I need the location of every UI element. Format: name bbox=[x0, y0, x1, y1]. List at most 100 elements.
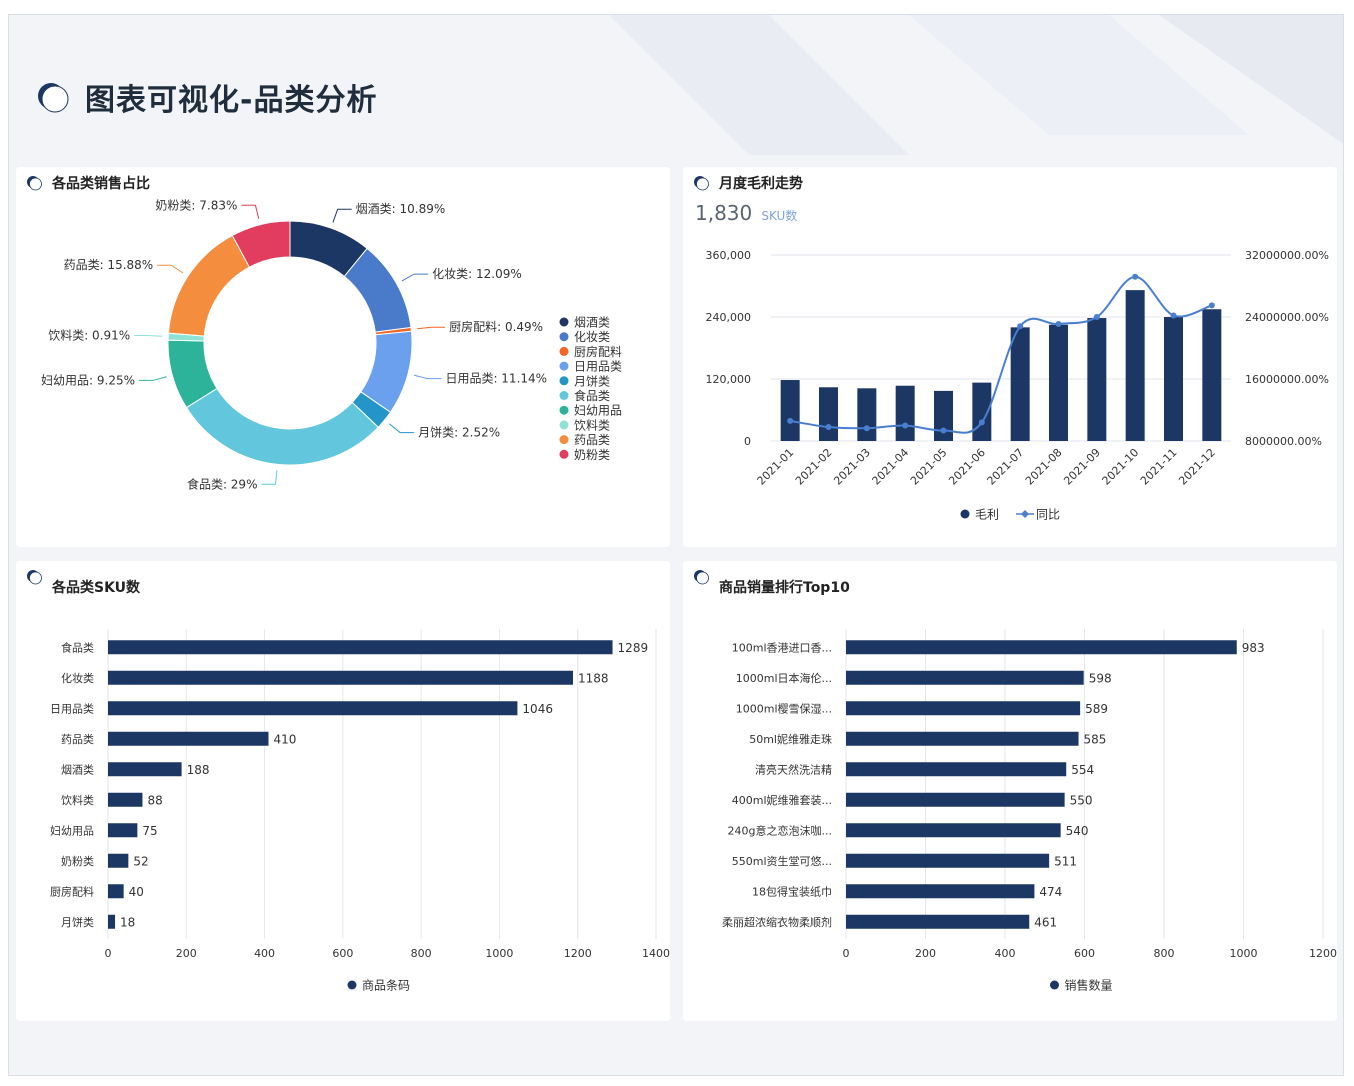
line-point bbox=[863, 425, 870, 432]
pie-label-line bbox=[134, 335, 163, 337]
y-tick-label: 烟酒类 bbox=[61, 762, 94, 776]
y-tick-label: 月饼类 bbox=[61, 915, 94, 929]
x-tick-label: 600 bbox=[332, 947, 353, 960]
y-tick-label: 清亮天然洗洁精 bbox=[755, 762, 832, 776]
x-tick-label: 2021-06 bbox=[946, 446, 988, 488]
bar bbox=[108, 823, 138, 838]
line-point bbox=[940, 427, 947, 434]
legend-label: 毛利 bbox=[975, 508, 999, 522]
legend-marker bbox=[559, 376, 569, 386]
legend-label: 奶粉类 bbox=[574, 448, 610, 462]
x-tick-label: 1200 bbox=[1309, 947, 1337, 960]
top10-sales-card: 商品销量排行Top10 0 200 400 600 800 1000 1200 100ml香港… bbox=[683, 561, 1337, 1021]
bar bbox=[895, 385, 915, 441]
y-tick-label: 120,000 bbox=[706, 373, 752, 386]
legend-label: 烟酒类 bbox=[574, 316, 610, 330]
bar bbox=[846, 792, 1065, 807]
legend-marker bbox=[559, 435, 569, 445]
bar bbox=[1087, 318, 1107, 441]
y-tick-label: 化妆类 bbox=[61, 671, 94, 685]
data-label: 461 bbox=[1034, 915, 1057, 929]
x-tick-label: 1200 bbox=[564, 947, 592, 960]
legend-marker bbox=[1050, 980, 1059, 990]
sales-share-card: 各品类销售占比 烟酒类: 10.89% 化妆类: 12.09% 厨房配料: 0.49… bbox=[16, 167, 670, 547]
data-label: 40 bbox=[129, 885, 144, 899]
data-label: 554 bbox=[1071, 763, 1094, 777]
bar bbox=[1164, 317, 1183, 441]
legend-label: 同比 bbox=[1036, 508, 1060, 522]
pie-label: 月饼类: 2.52% bbox=[418, 426, 500, 440]
bar bbox=[819, 387, 838, 441]
data-label: 511 bbox=[1054, 854, 1077, 868]
line-series bbox=[790, 275, 1213, 434]
y-tick-label: 1000ml日本海伦... bbox=[736, 671, 832, 685]
pie-label: 厨房配料: 0.49% bbox=[449, 319, 543, 334]
x-tick-label: 2021-07 bbox=[985, 446, 1027, 488]
data-label: 88 bbox=[147, 793, 162, 807]
line-point bbox=[902, 422, 909, 429]
data-label: 474 bbox=[1039, 885, 1062, 899]
bar bbox=[1202, 309, 1222, 441]
legend-label: 妇幼用品 bbox=[574, 404, 622, 418]
x-tick-label: 2021-01 bbox=[755, 446, 797, 488]
y-tick-label: 妇幼用品 bbox=[50, 824, 94, 837]
data-label: 1188 bbox=[578, 671, 609, 685]
x-tick-label: 2021-05 bbox=[908, 446, 950, 488]
x-tick-label: 1400 bbox=[642, 947, 670, 960]
x-tick-label: 2021-02 bbox=[793, 446, 835, 488]
bar bbox=[846, 914, 1030, 929]
data-label: 550 bbox=[1070, 793, 1093, 807]
x-tick-label: 2021-09 bbox=[1061, 446, 1103, 488]
line-point bbox=[787, 417, 794, 424]
bar bbox=[1125, 290, 1145, 441]
line-point bbox=[1208, 302, 1215, 309]
bar bbox=[780, 380, 800, 441]
legend-marker bbox=[559, 420, 569, 430]
x-tick-label: 2021-03 bbox=[831, 446, 873, 488]
x-tick-label: 0 bbox=[843, 947, 850, 960]
legend-label: 化妆类 bbox=[574, 330, 610, 344]
legend-label: 商品条码 bbox=[362, 978, 410, 993]
bar bbox=[108, 701, 518, 716]
bar bbox=[108, 640, 613, 655]
pie-label: 妇幼用品: 9.25% bbox=[41, 373, 135, 387]
line-point bbox=[1017, 323, 1024, 330]
pie-label-line bbox=[417, 326, 446, 330]
y-tick-label: 240,000 bbox=[706, 311, 752, 324]
legend-label: 销售数量 bbox=[1065, 978, 1113, 993]
line-point bbox=[1093, 314, 1100, 320]
data-label: 75 bbox=[142, 824, 157, 838]
pie-label-line bbox=[241, 204, 260, 219]
data-label: 18 bbox=[120, 915, 135, 929]
pie-label-line bbox=[332, 208, 352, 223]
sku-count-card: 各品类SKU数 0 200 400 600 800 1000 1200 1400 食品类 1289… bbox=[16, 561, 670, 1021]
legend-marker bbox=[559, 332, 569, 342]
legend-label: 月饼类 bbox=[574, 374, 610, 388]
bar bbox=[846, 823, 1061, 838]
y2-tick-label: 24000000.00% bbox=[1245, 311, 1329, 324]
y-tick-label: 日用品类 bbox=[50, 701, 94, 715]
data-label: 585 bbox=[1084, 732, 1107, 746]
x-tick-label: 2021-04 bbox=[870, 446, 912, 488]
legend-marker bbox=[960, 509, 970, 519]
y-tick-label: 360,000 bbox=[706, 249, 752, 262]
x-tick-label: 200 bbox=[915, 947, 936, 960]
x-tick-label: 600 bbox=[1074, 947, 1095, 960]
pie-label: 食品类: 29% bbox=[187, 476, 258, 491]
bar bbox=[972, 382, 992, 441]
y-tick-label: 100ml香港进口香... bbox=[732, 641, 832, 654]
legend-marker bbox=[347, 980, 357, 990]
x-tick-label: 200 bbox=[176, 947, 197, 960]
bar bbox=[1049, 324, 1068, 441]
bar bbox=[857, 388, 877, 441]
y-tick-label: 0 bbox=[744, 435, 751, 448]
bar bbox=[108, 914, 116, 929]
bar bbox=[108, 853, 129, 868]
bar bbox=[108, 670, 574, 685]
data-label: 410 bbox=[273, 732, 296, 746]
x-tick-label: 2021-12 bbox=[1176, 446, 1218, 488]
pie-label-line bbox=[388, 423, 415, 434]
x-tick-label: 800 bbox=[411, 947, 432, 960]
bar bbox=[846, 640, 1237, 655]
y-tick-label: 奶粉类 bbox=[61, 854, 94, 868]
